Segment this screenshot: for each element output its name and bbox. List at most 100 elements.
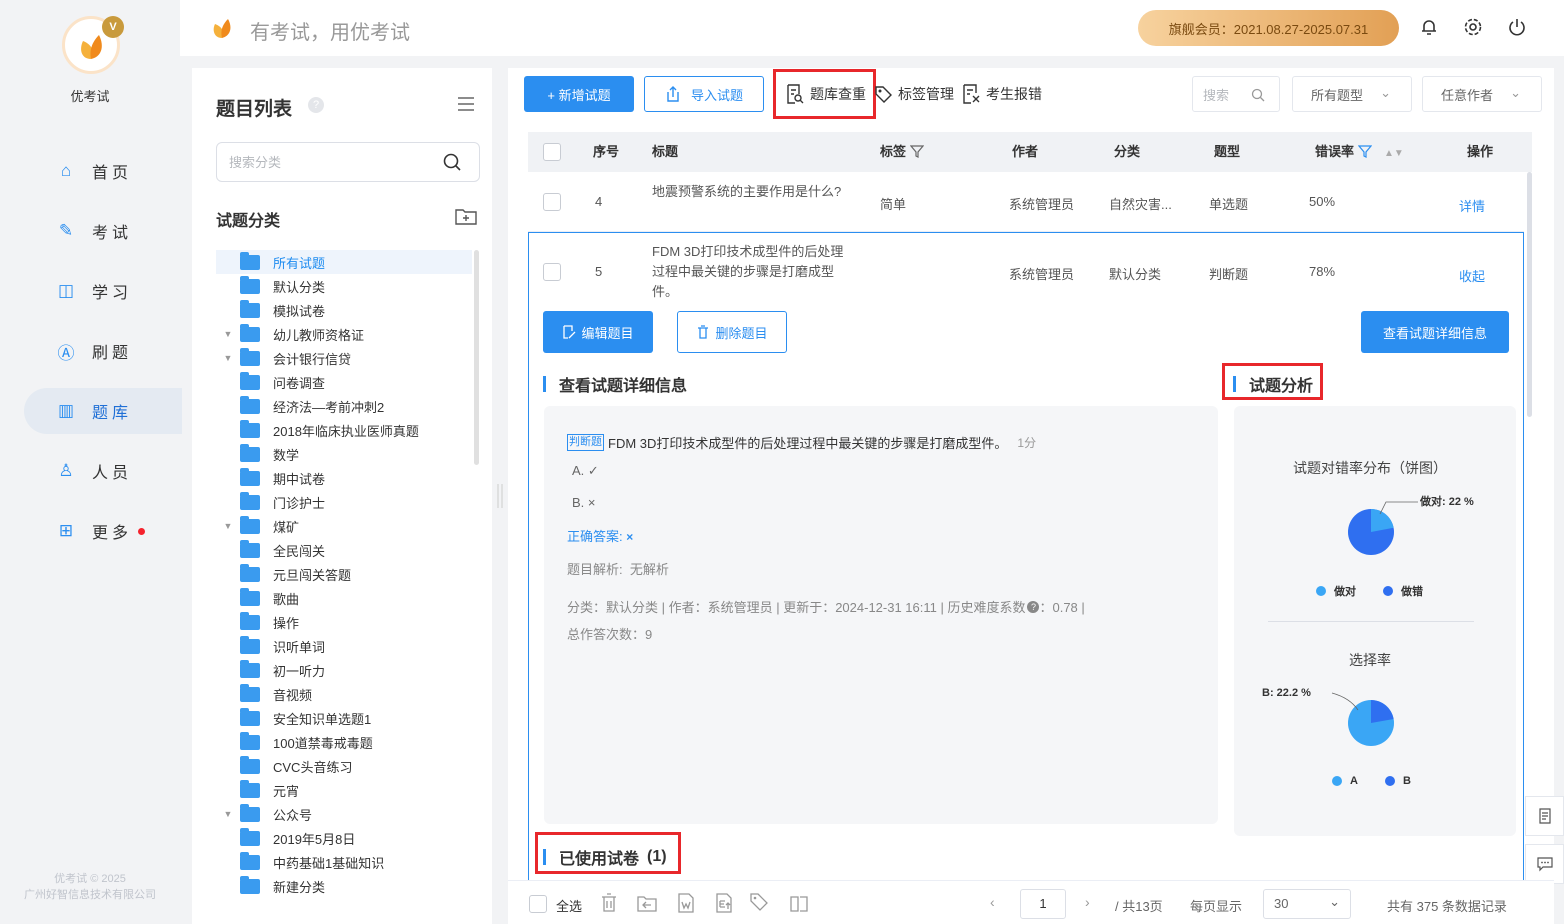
- question-search-input[interactable]: 搜索: [1192, 76, 1280, 112]
- nav-item-people[interactable]: ♙ 人员: [24, 448, 182, 494]
- nav-item-practice[interactable]: Ⓐ 刷题: [24, 328, 182, 374]
- tree-item[interactable]: 新建分类: [216, 874, 472, 898]
- splitter-handle[interactable]: [496, 484, 504, 508]
- tag-icon[interactable]: [750, 893, 770, 913]
- help-icon[interactable]: ?: [1027, 600, 1040, 613]
- tree-item[interactable]: 全民闯关: [216, 538, 472, 562]
- tree-item[interactable]: ▼ 会计银行信贷: [216, 346, 472, 370]
- power-icon[interactable]: [1506, 17, 1528, 39]
- prev-page-icon[interactable]: ‹: [990, 894, 995, 910]
- trash-icon[interactable]: [599, 893, 619, 913]
- row-title[interactable]: 地震预警系统的主要作用是什么?: [652, 182, 848, 202]
- category-search-input[interactable]: [216, 142, 480, 182]
- tree-item[interactable]: 2019年5月8日: [216, 826, 472, 850]
- tree-item[interactable]: ▼ 幼儿教师资格证: [216, 322, 472, 346]
- caret-down-icon[interactable]: ▼: [216, 329, 240, 339]
- caret-down-icon[interactable]: ▼: [216, 809, 240, 819]
- tag-manage-button[interactable]: 标签管理: [874, 84, 954, 104]
- caret-down-icon[interactable]: ▼: [216, 353, 240, 363]
- author-filter-value: 任意作者: [1441, 87, 1494, 103]
- divider: [1268, 621, 1474, 622]
- grid-icon: ⊞: [58, 521, 74, 540]
- section-bar: [543, 376, 546, 392]
- tree-item[interactable]: 门诊护士: [216, 490, 472, 514]
- select-all-checkbox[interactable]: [529, 895, 547, 913]
- row-title[interactable]: FDM 3D打印技术成型件的后处理过程中最关键的步骤是打磨成型件。: [652, 242, 852, 302]
- main-scrollbar[interactable]: [1527, 172, 1532, 417]
- nav-item-study[interactable]: ◫ 学习: [24, 268, 182, 314]
- edit-question-button[interactable]: 编辑题目: [543, 311, 653, 353]
- tree-item[interactable]: CVC头音练习: [216, 754, 472, 778]
- row-checkbox[interactable]: [543, 263, 561, 281]
- tree-item[interactable]: 安全知识单选题1: [216, 706, 472, 730]
- tree-item[interactable]: 初一听力: [216, 658, 472, 682]
- nav-item-exam[interactable]: ✎ 考试: [24, 208, 182, 254]
- tree-item[interactable]: 默认分类: [216, 274, 472, 298]
- next-page-icon[interactable]: ›: [1085, 894, 1090, 910]
- search-icon[interactable]: [442, 152, 462, 172]
- move-folder-icon[interactable]: [637, 893, 657, 913]
- author-filter-select[interactable]: 任意作者 ⌄: [1422, 76, 1542, 112]
- select-all-checkbox[interactable]: [543, 143, 561, 161]
- bell-icon[interactable]: [1418, 17, 1440, 39]
- export-word-icon[interactable]: [676, 893, 696, 913]
- add-folder-icon[interactable]: [455, 207, 477, 225]
- tree-item[interactable]: ▼ 公众号: [216, 802, 472, 826]
- delete-question-button[interactable]: 删除题目: [677, 311, 787, 353]
- nav-item-question-bank[interactable]: ▥ 题库: [24, 388, 182, 434]
- menu-icon[interactable]: [456, 96, 476, 112]
- nav-item-home[interactable]: ⌂ 首页: [24, 148, 182, 194]
- tree-item[interactable]: 元宵: [216, 778, 472, 802]
- export-excel-icon[interactable]: [714, 893, 734, 913]
- duplicate-check-button[interactable]: 题库查重: [786, 84, 866, 104]
- sort-icon[interactable]: ▲▼: [1384, 148, 1404, 159]
- col-error-rate-label: 错误率: [1315, 144, 1355, 159]
- help-icon[interactable]: ?: [308, 97, 324, 113]
- gear-icon[interactable]: [1462, 17, 1484, 39]
- tree-item[interactable]: 100道禁毒戒毒题: [216, 730, 472, 754]
- tree-item[interactable]: 问卷调查: [216, 370, 472, 394]
- per-page-select[interactable]: 30 ⌄: [1263, 889, 1351, 919]
- col-title: 标题: [652, 144, 679, 159]
- tree-item[interactable]: 数学: [216, 442, 472, 466]
- caret-down-icon[interactable]: ▼: [216, 521, 240, 531]
- select-all-label[interactable]: 全选: [556, 896, 582, 915]
- tree-item[interactable]: 操作: [216, 610, 472, 634]
- tree-item[interactable]: 经济法—考前冲刺2: [216, 394, 472, 418]
- tree-item[interactable]: 模拟试卷: [216, 298, 472, 322]
- nav-item-more[interactable]: ⊞ 更多: [24, 508, 182, 554]
- error-report-button[interactable]: 考生报错: [962, 84, 1042, 104]
- legend-a[interactable]: A: [1332, 775, 1358, 787]
- add-question-button[interactable]: + 新增试题: [524, 76, 634, 112]
- filter-icon[interactable]: [1357, 144, 1373, 158]
- legend-correct[interactable]: 做对: [1316, 583, 1356, 599]
- tree-item[interactable]: 所有试题: [216, 250, 472, 274]
- copy-icon[interactable]: [789, 893, 809, 913]
- tree-item[interactable]: 音视频: [216, 682, 472, 706]
- filter-icon[interactable]: [909, 144, 925, 158]
- type-filter-select[interactable]: 所有题型 ⌄: [1292, 76, 1412, 112]
- collapse-link[interactable]: 收起: [1459, 266, 1485, 285]
- tree-item[interactable]: 识听单词: [216, 634, 472, 658]
- tree-item[interactable]: 中药基础1基础知识: [216, 850, 472, 874]
- tree-item[interactable]: 期中试卷: [216, 466, 472, 490]
- nav-item-label: 题库: [92, 405, 133, 422]
- a-icon: Ⓐ: [57, 343, 75, 363]
- row-checkbox[interactable]: [543, 193, 561, 211]
- page-input[interactable]: 1: [1020, 889, 1066, 919]
- tree-item[interactable]: ▼ 煤矿: [216, 514, 472, 538]
- chevron-down-icon: ⌄: [1510, 85, 1521, 100]
- tree-item[interactable]: 2018年临床执业医师真题: [216, 418, 472, 442]
- side-chat-button[interactable]: [1525, 844, 1564, 884]
- legend-wrong[interactable]: 做错: [1383, 583, 1423, 599]
- side-note-button[interactable]: [1525, 796, 1564, 836]
- import-question-button[interactable]: 导入试题: [644, 76, 764, 112]
- tree-item-label: 歌曲: [273, 591, 300, 607]
- detail-link[interactable]: 详情: [1459, 196, 1485, 215]
- legend-b[interactable]: B: [1385, 775, 1411, 787]
- tree-item[interactable]: 歌曲: [216, 586, 472, 610]
- tree-scrollbar[interactable]: [474, 250, 479, 465]
- membership-badge[interactable]: 旗舰会员：2021.08.27-2025.07.31: [1138, 10, 1399, 46]
- tree-item[interactable]: 元旦闯关答题: [216, 562, 472, 586]
- view-detail-button[interactable]: 查看试题详细信息: [1361, 311, 1509, 353]
